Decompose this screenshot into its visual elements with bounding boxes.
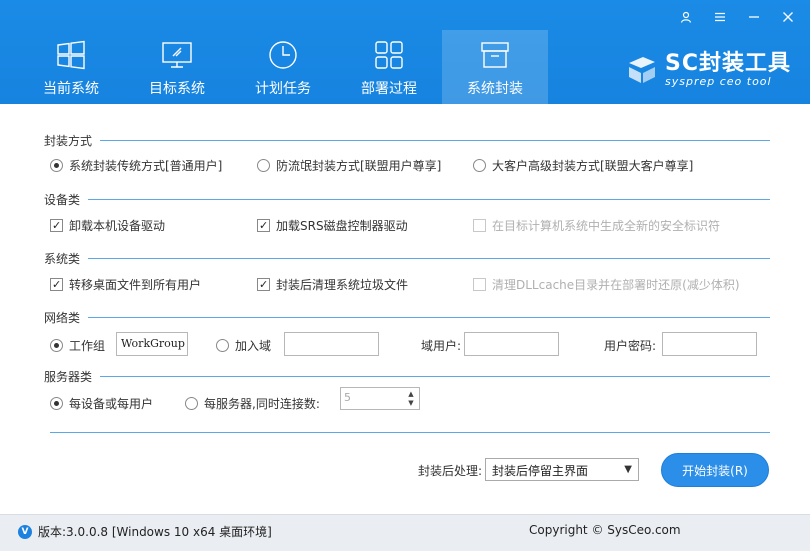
checkbox[interactable] [50, 278, 63, 291]
spin-up-icon[interactable]: ▲ [408, 390, 413, 399]
main-tabs: 当前系统 目标系统 计划任务 部署过程 系统封装 [18, 30, 548, 104]
radio-label: 每设备或每用户 [69, 397, 154, 411]
checkbox-clean-junk[interactable]: 封装后清理系统垃圾文件 [257, 276, 408, 293]
radio-label: 工作组 [69, 339, 106, 353]
clock-icon [269, 41, 297, 69]
section-divider [100, 376, 770, 377]
logo-title: SC封装工具 [665, 51, 791, 76]
domain-user-label: 域用户: [421, 339, 462, 353]
section-divider [88, 258, 770, 259]
radio-button[interactable] [50, 397, 63, 410]
checkbox [473, 278, 486, 291]
tab-label: 系统封装 [467, 81, 523, 97]
package-panel: 封装方式 系统封装传统方式[普通用户] 防流氓封装方式[联盟用户尊享] 大客户高… [0, 104, 810, 514]
radio-button[interactable] [50, 339, 63, 352]
radio-button[interactable] [216, 339, 229, 352]
connections-value: 5 [344, 391, 351, 404]
checkbox-label: 封装后清理系统垃圾文件 [276, 278, 409, 292]
section-title-system: 系统类 [44, 252, 81, 266]
spinner-arrows[interactable]: ▲ ▼ [403, 388, 419, 409]
bottom-divider [50, 432, 770, 433]
windows-logo-icon [57, 40, 85, 70]
radio-button[interactable] [257, 159, 270, 172]
tab-label: 部署过程 [361, 81, 417, 97]
tab-current-system[interactable]: 当前系统 [18, 30, 124, 104]
radio-anti-rogue[interactable]: 防流氓封装方式[联盟用户尊享] [257, 157, 441, 174]
monitor-icon [162, 42, 192, 68]
menu-icon[interactable] [708, 6, 732, 28]
checkbox-move-desktop[interactable]: 转移桌面文件到所有用户 [50, 276, 201, 293]
checkbox-uninstall-drivers[interactable]: 卸载本机设备驱动 [50, 217, 165, 234]
checkbox[interactable] [50, 219, 63, 232]
header-bar: 当前系统 目标系统 计划任务 部署过程 系统封装 SC封装工具 sysprep … [0, 0, 810, 104]
checkbox-new-sid: 在目标计算机系统中生成全新的安全标识符 [473, 217, 720, 234]
version-text: 版本:3.0.0.8 [Windows 10 x64 桌面环境] [38, 525, 272, 539]
section-title-server: 服务器类 [44, 370, 93, 384]
radio-label: 加入域 [235, 339, 272, 353]
chevron-down-icon: ▼ [624, 464, 632, 475]
section-divider [88, 199, 770, 200]
after-package-select[interactable]: 封装后停留主界面 ▼ [485, 458, 639, 481]
section-title-network: 网络类 [44, 311, 81, 325]
checkbox-label: 清理DLLcache目录并在部署时还原(减少体积) [492, 278, 740, 292]
domain-user-input[interactable] [464, 332, 559, 356]
radio-label: 系统封装传统方式[普通用户] [69, 159, 223, 173]
checkbox-clean-dllcache: 清理DLLcache目录并在部署时还原(减少体积) [473, 276, 740, 293]
app-logo: SC封装工具 sysprep ceo tool [625, 52, 791, 88]
radio-button[interactable] [473, 159, 486, 172]
radio-label: 大客户高级封装方式[联盟大客户尊享] [492, 159, 694, 173]
radio-enterprise[interactable]: 大客户高级封装方式[联盟大客户尊享] [473, 157, 693, 174]
tab-deployment-process[interactable]: 部署过程 [336, 30, 442, 104]
archive-box-icon [481, 42, 509, 68]
version-info: V 版本:3.0.0.8 [Windows 10 x64 桌面环境] [18, 523, 272, 540]
version-icon: V [18, 524, 32, 539]
radio-per-server[interactable]: 每服务器,同时连接数: [185, 395, 320, 412]
radio-per-device[interactable]: 每设备或每用户 [50, 395, 153, 412]
radio-label: 防流氓封装方式[联盟用户尊享] [276, 159, 442, 173]
logo-subtitle: sysprep ceo tool [665, 75, 772, 88]
status-bar: V 版本:3.0.0.8 [Windows 10 x64 桌面环境] Copyr… [0, 514, 810, 551]
after-package-label: 封装后处理: [418, 464, 483, 478]
close-icon[interactable] [776, 6, 800, 28]
connections-spinner[interactable]: 5 ▲ ▼ [340, 387, 420, 410]
tab-label: 计划任务 [255, 81, 311, 97]
tab-target-system[interactable]: 目标系统 [124, 30, 230, 104]
minimize-icon[interactable] [742, 6, 766, 28]
tab-system-package[interactable]: 系统封装 [442, 30, 548, 104]
checkbox-srs-driver[interactable]: 加载SRS磁盘控制器驱动 [257, 217, 408, 234]
domain-input[interactable] [284, 332, 379, 356]
checkbox [473, 219, 486, 232]
start-package-button[interactable]: 开始封装(R) [661, 453, 769, 487]
radio-button[interactable] [185, 397, 198, 410]
spin-down-icon[interactable]: ▼ [408, 399, 413, 408]
radio-traditional[interactable]: 系统封装传统方式[普通用户] [50, 157, 222, 174]
workgroup-input[interactable]: WorkGroup [116, 332, 188, 356]
copyright-text: Copyright © SysCeo.com [529, 523, 681, 537]
radio-workgroup[interactable]: 工作组 [50, 337, 105, 354]
tab-scheduled-tasks[interactable]: 计划任务 [230, 30, 336, 104]
checkbox[interactable] [257, 278, 270, 291]
checkbox-label: 加载SRS磁盘控制器驱动 [276, 219, 408, 233]
radio-join-domain[interactable]: 加入域 [216, 337, 271, 354]
section-title-device: 设备类 [44, 193, 81, 207]
tab-label: 目标系统 [149, 81, 205, 97]
section-title-package-mode: 封装方式 [44, 134, 93, 148]
checkbox-label: 转移桌面文件到所有用户 [69, 278, 202, 292]
checkbox-label: 在目标计算机系统中生成全新的安全标识符 [492, 219, 721, 233]
section-divider [88, 317, 770, 318]
window-controls [674, 6, 800, 28]
after-package-value: 封装后停留主界面 [492, 464, 589, 478]
radio-button[interactable] [50, 159, 63, 172]
user-password-input[interactable] [662, 332, 757, 356]
checkbox-label: 卸载本机设备驱动 [69, 219, 166, 233]
tab-label: 当前系统 [43, 81, 99, 97]
radio-label: 每服务器,同时连接数: [204, 397, 320, 411]
user-password-label: 用户密码: [604, 339, 657, 353]
user-icon[interactable] [674, 6, 698, 28]
sc-logo-icon [629, 57, 655, 83]
section-divider [100, 140, 770, 141]
checkbox[interactable] [257, 219, 270, 232]
grid-icon [375, 41, 403, 69]
